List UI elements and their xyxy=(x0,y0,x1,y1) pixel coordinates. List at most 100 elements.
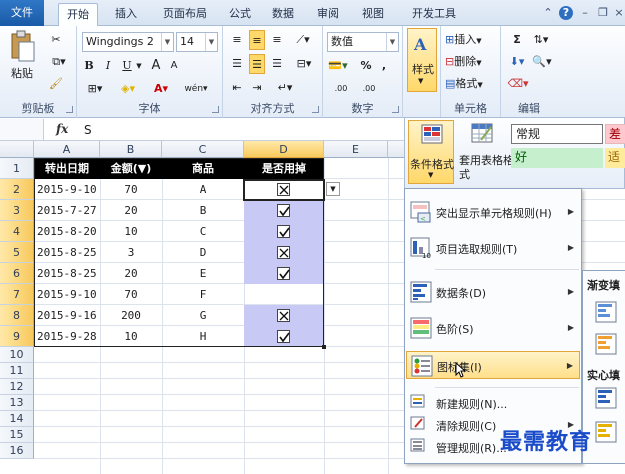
cell-date[interactable]: 2015-9-10 xyxy=(34,284,100,305)
orientation-icon[interactable]: ⟋▾ xyxy=(291,30,315,50)
cell-item[interactable]: E xyxy=(162,263,244,284)
row-header-1[interactable]: 1 xyxy=(0,158,34,179)
align-left-icon[interactable]: ☰ xyxy=(229,54,245,74)
cell-used[interactable] xyxy=(244,284,324,305)
tab-data[interactable]: 数据 xyxy=(266,3,300,26)
menu-item-top-bottom-rules[interactable]: 10 项目选取规则(T) ▶ xyxy=(406,235,580,261)
bold-button[interactable]: B xyxy=(82,56,96,76)
cell-used[interactable] xyxy=(244,221,324,242)
cell-item[interactable]: F xyxy=(162,284,244,305)
menu-item-highlight-rules[interactable]: < 突出显示单元格规则(H) ▶ xyxy=(406,199,580,225)
cell-date[interactable]: 2015-7-27 xyxy=(34,200,100,221)
minimize-icon[interactable]: – xyxy=(578,6,592,20)
underline-dropdown-icon[interactable]: ▼ xyxy=(134,56,144,76)
cell-item[interactable]: B xyxy=(162,200,244,221)
menu-item-new-rule[interactable]: 新建规则(N)... xyxy=(406,393,580,413)
row-header-13[interactable]: 13 xyxy=(0,395,34,411)
cell-amount[interactable]: 70 xyxy=(100,284,162,305)
cell-amount[interactable]: 20 xyxy=(100,200,162,221)
percent-button[interactable]: % xyxy=(359,56,373,76)
font-launcher-icon[interactable] xyxy=(212,106,219,113)
row-header-9[interactable]: 9 xyxy=(0,326,34,347)
header-cell-amount[interactable]: 金额(▼) xyxy=(100,158,162,179)
comma-button[interactable]: , xyxy=(377,56,391,76)
grow-font-button[interactable]: A xyxy=(149,56,163,76)
cell-style-good[interactable]: 好 xyxy=(511,148,603,168)
font-size-select[interactable]: 14 ▼ xyxy=(176,32,218,52)
conditional-format-button[interactable]: 条件格式 ▼ xyxy=(408,120,454,184)
column-header-e[interactable]: E xyxy=(324,141,388,158)
tab-review[interactable]: 审阅 xyxy=(312,3,344,26)
row-header-2[interactable]: 2 xyxy=(0,179,34,200)
copy-icon[interactable]: ⧉▾ xyxy=(46,52,72,72)
cell-dropdown-icon[interactable]: ▼ xyxy=(326,182,340,196)
tab-page-layout[interactable]: 页面布局 xyxy=(155,3,215,26)
cell-amount[interactable]: 200 xyxy=(100,305,162,326)
currency-icon[interactable]: 💳▾ xyxy=(327,56,349,76)
cell-used[interactable] xyxy=(244,305,324,326)
tab-file[interactable]: 文件 xyxy=(0,0,44,26)
menu-item-color-scales[interactable]: 色阶(S) ▶ xyxy=(406,315,580,341)
insert-cells-button[interactable]: ⊞插入▼ xyxy=(445,30,499,50)
row-header-4[interactable]: 4 xyxy=(0,221,34,242)
name-box[interactable] xyxy=(0,119,44,140)
styles-button[interactable]: A 样式 ▼ xyxy=(407,28,437,92)
solid-bar-orange-icon[interactable] xyxy=(595,421,617,443)
select-all-corner[interactable] xyxy=(0,141,34,158)
cell-item[interactable]: H xyxy=(162,326,244,347)
formula-input[interactable]: S xyxy=(84,123,92,137)
close-icon[interactable]: × xyxy=(612,6,625,20)
cell-amount[interactable]: 70 xyxy=(100,179,162,200)
align-center-icon[interactable]: ☰ xyxy=(249,54,265,74)
column-header-d[interactable]: D xyxy=(244,141,324,158)
menu-item-data-bars[interactable]: 数据条(D) ▶ xyxy=(406,279,580,305)
decrease-decimal-button[interactable]: .00 xyxy=(357,79,381,99)
header-cell-item[interactable]: 商品 xyxy=(162,158,244,179)
column-header-c[interactable]: C xyxy=(162,141,244,158)
column-header-a[interactable]: A xyxy=(34,141,100,158)
paste-icon[interactable] xyxy=(8,30,36,64)
cell-style-normal[interactable]: 常规 xyxy=(511,124,603,144)
shrink-font-button[interactable]: A xyxy=(167,56,181,76)
cell-amount[interactable]: 10 xyxy=(100,326,162,347)
font-name-select[interactable]: Wingdings 2 ▼ xyxy=(82,32,174,52)
cell-amount[interactable]: 3 xyxy=(100,242,162,263)
tab-insert[interactable]: 插入 xyxy=(108,3,144,26)
cell-style-bad[interactable]: 差 xyxy=(605,124,625,144)
cell-date[interactable]: 2015-9-28 xyxy=(34,326,100,347)
gradient-bar-blue-icon[interactable] xyxy=(595,301,617,323)
row-header-5[interactable]: 5 xyxy=(0,242,34,263)
cell-used[interactable] xyxy=(244,326,324,347)
tab-home[interactable]: 开始 xyxy=(58,3,98,27)
row-header-11[interactable]: 11 xyxy=(0,363,34,379)
align-top-icon[interactable]: ≡ xyxy=(229,30,245,50)
row-header-3[interactable]: 3 xyxy=(0,200,34,221)
row-header-15[interactable]: 15 xyxy=(0,427,34,443)
cell-date[interactable]: 2015-8-25 xyxy=(34,263,100,284)
align-middle-icon[interactable]: ≡ xyxy=(249,30,265,50)
number-launcher-icon[interactable] xyxy=(392,106,399,113)
cell-item[interactable]: C xyxy=(162,221,244,242)
row-header-14[interactable]: 14 xyxy=(0,411,34,427)
autosum-button[interactable]: Σ xyxy=(507,30,527,50)
row-header-6[interactable]: 6 xyxy=(0,263,34,284)
row-header-8[interactable]: 8 xyxy=(0,305,34,326)
format-as-table-button[interactable]: 套用表格格式 xyxy=(459,120,514,184)
cell-date[interactable]: 2015-8-20 xyxy=(34,221,100,242)
gradient-bar-orange-icon[interactable] xyxy=(595,333,617,355)
delete-cells-button[interactable]: ⊟删除▼ xyxy=(445,52,499,72)
restore-icon[interactable]: ❐ xyxy=(596,6,610,20)
format-painter-icon[interactable]: 🖌 xyxy=(46,74,66,94)
align-bottom-icon[interactable]: ≡ xyxy=(269,30,285,50)
borders-icon[interactable]: ⊞▾ xyxy=(82,79,108,99)
wrap-text-icon[interactable]: ↵▾ xyxy=(273,78,297,98)
tab-formulas[interactable]: 公式 xyxy=(224,3,256,26)
decrease-indent-icon[interactable]: ⇤ xyxy=(229,78,245,98)
cell-date[interactable]: 2015-8-25 xyxy=(34,242,100,263)
sort-filter-icon[interactable]: ⇅▾ xyxy=(529,30,553,50)
solid-bar-blue-icon[interactable] xyxy=(595,387,617,409)
increase-decimal-button[interactable]: .00 xyxy=(329,79,353,99)
underline-button[interactable]: U xyxy=(120,56,134,76)
cell-used[interactable] xyxy=(244,263,324,284)
merge-center-icon[interactable]: ⊟▾ xyxy=(291,54,317,74)
